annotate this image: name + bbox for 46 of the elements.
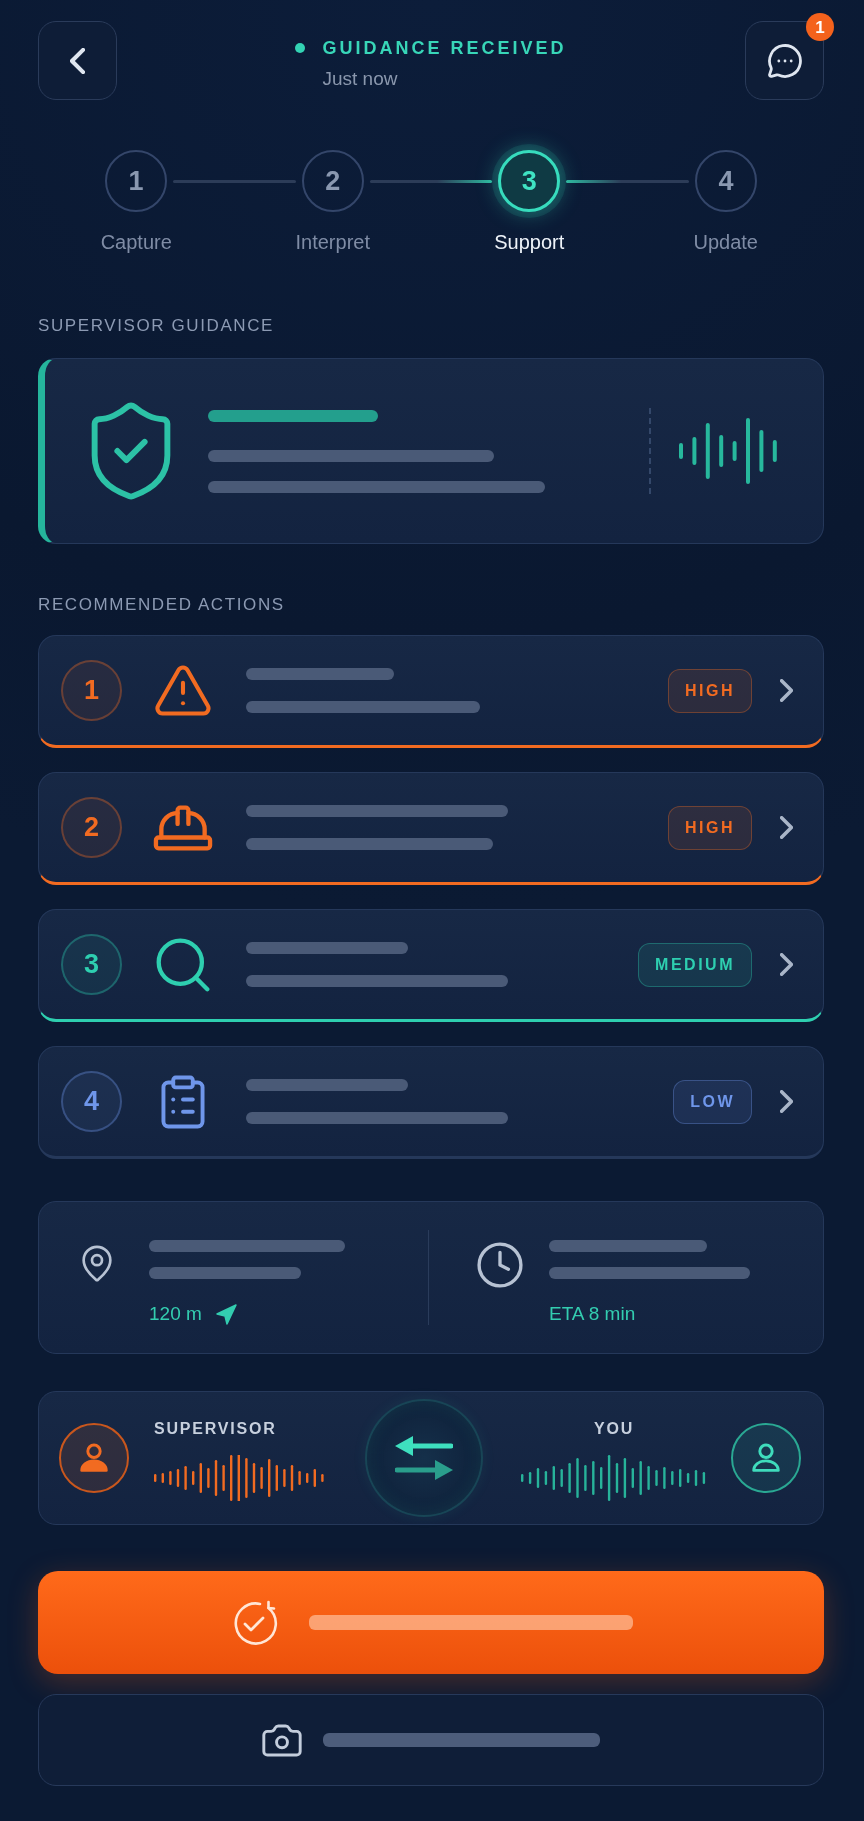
step-label: Capture — [100, 230, 172, 254]
chevron-left-icon — [70, 47, 85, 74]
action-card[interactable]: 1 HIGH — [38, 635, 824, 748]
priority-badge: MEDIUM — [638, 942, 752, 987]
step-circle[interactable]: 3 — [498, 150, 561, 212]
chat-button[interactable] — [745, 21, 824, 100]
timestamp: Just now — [322, 68, 398, 90]
priority-badge: HIGH — [668, 805, 752, 850]
step-circle[interactable]: 2 — [301, 150, 364, 212]
chevron-right-icon — [780, 1090, 793, 1113]
chat-icon — [767, 43, 802, 78]
speaker-label: SUPERVISOR — [154, 1419, 277, 1439]
section-title: SUPERVISOR GUIDANCE — [38, 316, 275, 336]
camera-icon — [262, 1723, 302, 1757]
rank-number: 3 — [61, 934, 122, 995]
status-dot-icon — [295, 43, 306, 53]
step-label: Interpret — [295, 230, 370, 254]
step-label: Update — [693, 230, 758, 254]
section-title: RECOMMENDED ACTIONS — [38, 595, 285, 615]
step-label: Support — [494, 230, 565, 254]
shield-check-icon — [90, 401, 172, 501]
chevron-right-icon — [780, 816, 793, 839]
step-circle[interactable]: 1 — [105, 150, 167, 212]
chevron-right-icon — [780, 679, 793, 702]
distance-text: 120 m — [149, 1303, 202, 1325]
chevron-right-icon — [780, 953, 793, 976]
back-button[interactable] — [38, 21, 117, 100]
rank-number: 1 — [61, 660, 122, 721]
step-circle[interactable]: 4 — [695, 150, 757, 212]
priority-badge: HIGH — [668, 668, 752, 713]
rank-number: 4 — [61, 1071, 122, 1132]
action-card[interactable]: 4 LOW — [38, 1046, 824, 1159]
speaker-label: YOU — [593, 1419, 635, 1439]
sound-wave-icon — [679, 416, 779, 486]
eta-text: ETA 8 min — [549, 1303, 636, 1325]
camera-button[interactable] — [38, 1694, 824, 1786]
action-card[interactable]: 2 HIGH — [38, 772, 824, 885]
swap-arrows-icon — [394, 1435, 453, 1481]
clock-icon — [477, 1242, 523, 1288]
status-text: GUIDANCE RECEIVED — [322, 38, 567, 58]
map-pin-icon — [82, 1245, 112, 1282]
notification-badge: 1 — [806, 13, 834, 41]
rank-number: 2 — [61, 797, 122, 858]
priority-badge: LOW — [673, 1079, 752, 1124]
action-card[interactable]: 3 MEDIUM — [38, 909, 824, 1022]
navigation-arrow-icon — [215, 1303, 237, 1325]
